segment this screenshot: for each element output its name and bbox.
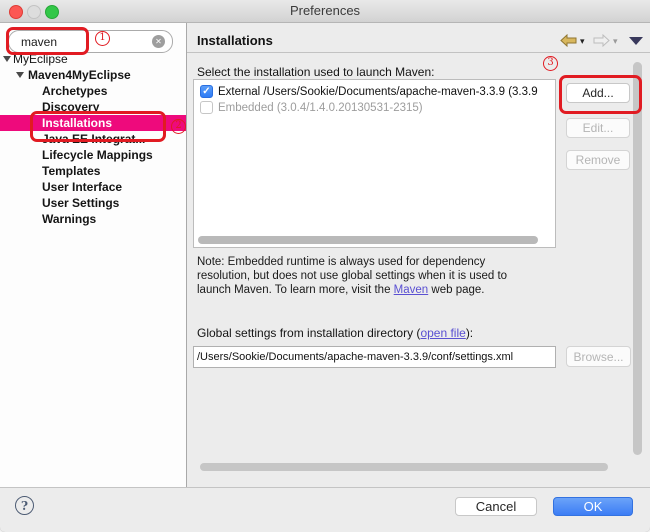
global-settings-label: Global settings from installation direct… — [197, 326, 473, 340]
tree-item-label: Archetypes — [42, 84, 107, 98]
history-nav: ▾ ▾ — [560, 33, 646, 48]
panel-vertical-scrollbar[interactable] — [633, 62, 642, 455]
remove-button: Remove — [566, 150, 630, 170]
sidebar-item-user-settings[interactable]: User Settings — [0, 195, 186, 211]
tree-item-label: Java EE Integrat... — [42, 132, 145, 146]
annotation-step-3: 3 — [543, 56, 558, 71]
tree-item-label: MyEclipse — [13, 52, 68, 66]
sidebar-item-archetypes[interactable]: Archetypes — [0, 83, 186, 99]
tree-item-label: Installations — [42, 116, 112, 130]
preferences-window: Preferences ✕ MyEclipse Maven4MyEclipse … — [0, 0, 650, 532]
installations-list: ✓ External /Users/Sookie/Documents/apach… — [193, 79, 556, 248]
list-item-external-maven[interactable]: ✓ External /Users/Sookie/Documents/apach… — [194, 84, 555, 100]
installation-label: External /Users/Sookie/Documents/apache-… — [218, 86, 538, 98]
maven-web-link[interactable]: Maven — [394, 284, 429, 296]
sidebar-item-discovery[interactable]: Discovery — [0, 99, 186, 115]
footer-divider — [0, 487, 650, 488]
tree-item-label: Lifecycle Mappings — [42, 148, 153, 162]
expand-arrow-icon[interactable] — [3, 56, 11, 62]
sidebar-item-warnings[interactable]: Warnings — [0, 211, 186, 227]
note-line: resolution, but does not use global sett… — [197, 269, 569, 283]
tree-item-label: Templates — [42, 164, 100, 178]
tree-item-label: Discovery — [42, 100, 99, 114]
panel-divider[interactable] — [186, 23, 187, 487]
checkbox-checked-icon[interactable]: ✓ — [200, 85, 213, 98]
sidebar-item-myeclipse[interactable]: MyEclipse — [0, 51, 186, 67]
help-button[interactable]: ? — [15, 496, 34, 515]
clear-search-icon[interactable]: ✕ — [152, 35, 165, 48]
note-line: Note: Embedded runtime is always used fo… — [197, 255, 569, 269]
tree-item-label: User Interface — [42, 180, 122, 194]
expand-arrow-icon[interactable] — [16, 72, 24, 78]
list-item-embedded-maven[interactable]: Embedded (3.0.4/1.4.0.20130531-2315) — [194, 100, 555, 116]
window-title: Preferences — [0, 0, 650, 22]
note-text: web page. — [428, 284, 484, 296]
preferences-tree: MyEclipse Maven4MyEclipse Archetypes Dis… — [0, 51, 186, 227]
sidebar-item-lifecycle-mappings[interactable]: Lifecycle Mappings — [0, 147, 186, 163]
label-text: ): — [466, 326, 473, 340]
header-divider — [187, 52, 650, 53]
browse-button: Browse... — [566, 346, 631, 367]
list-horizontal-scrollbar[interactable] — [198, 236, 538, 244]
installation-label: Embedded (3.0.4/1.4.0.20130531-2315) — [218, 102, 423, 114]
back-dropdown-icon[interactable]: ▾ — [580, 36, 585, 46]
forward-arrow-icon[interactable] — [593, 34, 610, 47]
tree-item-label: Warnings — [42, 212, 96, 226]
settings-path-input[interactable] — [193, 346, 556, 368]
panel-horizontal-scrollbar[interactable] — [200, 463, 608, 471]
title-bar: Preferences — [0, 0, 650, 23]
note-line: launch Maven. To learn more, visit the M… — [197, 283, 569, 297]
checkbox-unchecked-icon[interactable] — [200, 101, 213, 114]
note-text: launch Maven. To learn more, visit the — [197, 284, 394, 296]
cancel-button[interactable]: Cancel — [455, 497, 537, 516]
search-input[interactable] — [19, 33, 145, 51]
view-menu-icon[interactable] — [629, 37, 643, 45]
open-file-link[interactable]: open file — [420, 326, 465, 340]
sidebar-item-installations[interactable]: Installations — [0, 115, 186, 131]
add-button[interactable]: Add... — [566, 83, 630, 103]
edit-button: Edit... — [566, 118, 630, 138]
tree-item-label: Maven4MyEclipse — [28, 68, 131, 82]
filter-search-field[interactable]: ✕ — [8, 30, 173, 53]
label-text: Global settings from installation direct… — [197, 326, 420, 340]
back-arrow-icon[interactable] — [560, 34, 577, 47]
ok-button[interactable]: OK — [553, 497, 633, 516]
tree-item-label: User Settings — [42, 196, 119, 210]
sidebar-item-java-ee-integration[interactable]: Java EE Integrat... — [0, 131, 186, 147]
forward-dropdown-icon[interactable]: ▾ — [613, 36, 618, 46]
embedded-runtime-note: Note: Embedded runtime is always used fo… — [197, 255, 569, 297]
sidebar-item-user-interface[interactable]: User Interface — [0, 179, 186, 195]
page-title: Installations — [197, 33, 273, 48]
sidebar-item-maven4myeclipse[interactable]: Maven4MyEclipse — [0, 67, 186, 83]
sidebar-item-templates[interactable]: Templates — [0, 163, 186, 179]
select-installation-label: Select the installation used to launch M… — [197, 65, 434, 79]
